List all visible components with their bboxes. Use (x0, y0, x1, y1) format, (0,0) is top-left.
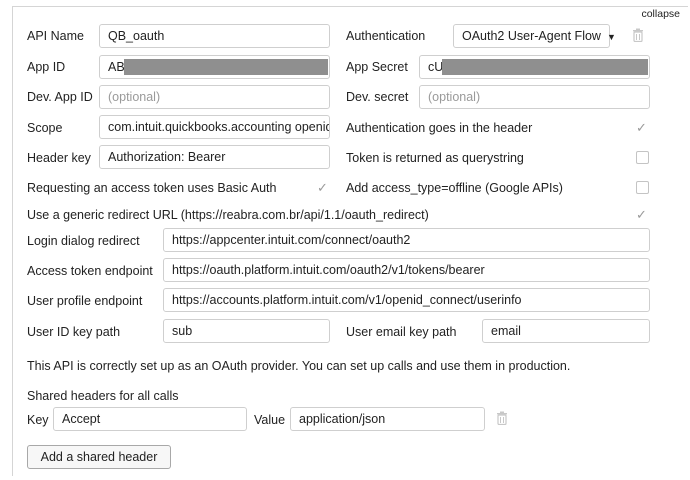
app-secret-input[interactable]: cU (419, 55, 650, 79)
access-token-endpoint-input[interactable]: https://oauth.platform.intuit.com/oauth2… (163, 258, 650, 282)
trash-icon[interactable] (632, 28, 646, 44)
dev-secret-input[interactable]: (optional) (419, 85, 650, 109)
auth-in-header-label: Authentication goes in the header (346, 121, 533, 135)
authentication-dropdown[interactable]: OAuth2 User-Agent Flow ▼ (453, 24, 616, 48)
redaction-block (124, 59, 328, 75)
redaction-block (442, 59, 648, 75)
checkmark-icon[interactable]: ✓ (636, 121, 647, 134)
collapse-link[interactable]: collapse (641, 8, 680, 20)
add-shared-header-button[interactable]: Add a shared header (27, 445, 171, 469)
authentication-label: Authentication (346, 29, 426, 43)
app-secret-label: App Secret (346, 60, 408, 74)
scope-label: Scope (27, 121, 63, 135)
access-type-offline-checkbox[interactable] (636, 181, 649, 194)
access-token-endpoint-label: Access token endpoint (27, 264, 153, 278)
api-name-label: API Name (27, 29, 84, 43)
user-id-key-path-input[interactable]: sub (163, 319, 330, 343)
app-secret-value: cU (428, 60, 444, 74)
access-type-offline-label: Add access_type=offline (Google APIs) (346, 181, 563, 195)
shared-header-key-input[interactable]: Accept (53, 407, 247, 431)
basic-auth-label: Requesting an access token uses Basic Au… (27, 181, 277, 195)
shared-headers-title: Shared headers for all calls (27, 389, 179, 403)
checkmark-icon[interactable]: ✓ (317, 181, 328, 194)
login-dialog-redirect-label: Login dialog redirect (27, 234, 140, 248)
user-email-key-path-input[interactable]: email (482, 319, 650, 343)
header-key-column-label: Key (27, 413, 49, 427)
user-id-key-path-label: User ID key path (27, 325, 121, 339)
status-message: This API is correctly set up as an OAuth… (27, 359, 571, 373)
authentication-dropdown-value: OAuth2 User-Agent Flow (462, 29, 601, 43)
user-email-key-path-label: User email key path (346, 325, 457, 339)
user-profile-endpoint-input[interactable]: https://accounts.platform.intuit.com/v1/… (163, 288, 650, 312)
user-profile-endpoint-label: User profile endpoint (27, 294, 143, 308)
dev-app-id-input[interactable]: (optional) (99, 85, 330, 109)
header-value-column-label: Value (254, 413, 286, 427)
caret-down-icon: ▼ (606, 32, 616, 42)
token-querystring-label: Token is returned as querystring (346, 151, 524, 165)
app-id-label: App ID (27, 60, 66, 74)
scope-input[interactable]: com.intuit.quickbooks.accounting openid … (99, 115, 330, 139)
dev-app-id-label: Dev. App ID (27, 90, 93, 104)
app-id-input[interactable]: AB (99, 55, 330, 79)
generic-redirect-label: Use a generic redirect URL (https://reab… (27, 208, 429, 222)
app-id-value: AB (108, 60, 125, 74)
shared-header-value-input[interactable]: application/json (290, 407, 485, 431)
dev-secret-label: Dev. secret (346, 90, 409, 104)
header-key-label: Header key (27, 151, 91, 165)
api-name-input[interactable]: QB_oauth (99, 24, 330, 48)
token-querystring-checkbox[interactable] (636, 151, 649, 164)
trash-icon[interactable] (496, 411, 510, 427)
header-key-input[interactable]: Authorization: Bearer (99, 145, 330, 169)
checkmark-icon[interactable]: ✓ (636, 208, 647, 221)
login-dialog-redirect-input[interactable]: https://appcenter.intuit.com/connect/oau… (163, 228, 650, 252)
